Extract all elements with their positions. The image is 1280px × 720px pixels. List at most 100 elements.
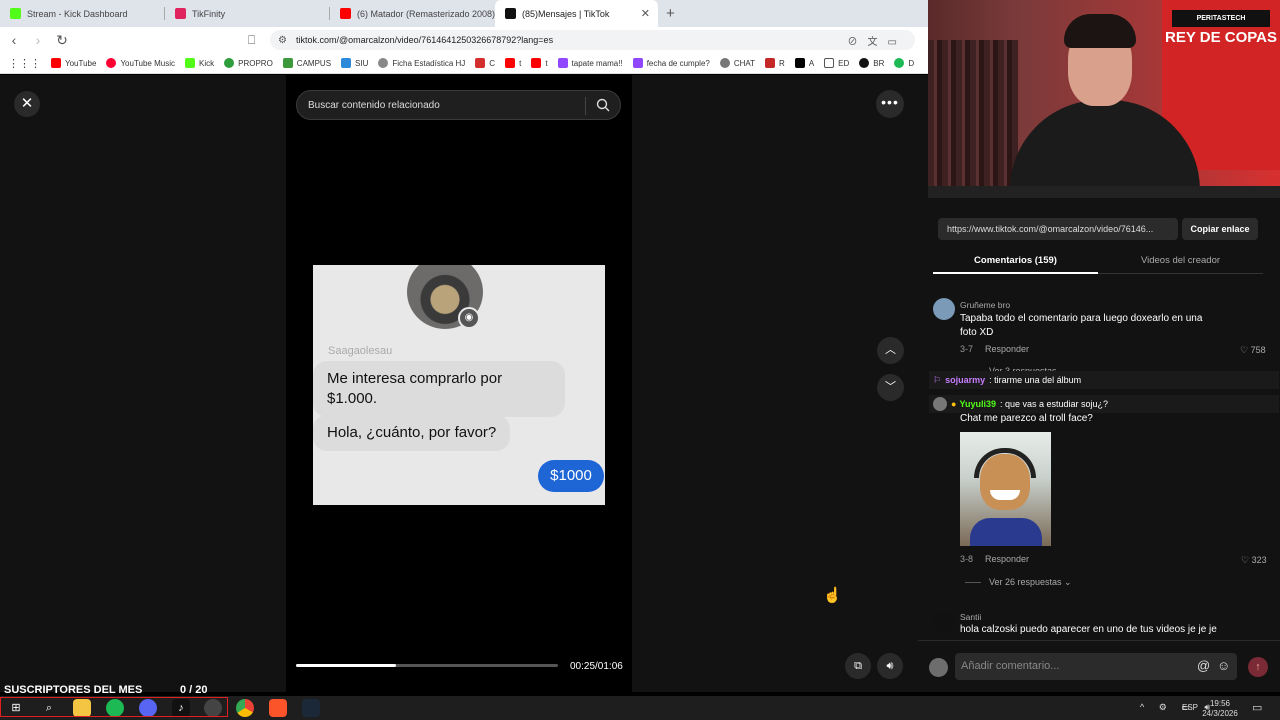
- tab-title: (85)Mensajes | TikTok: [522, 8, 610, 19]
- tikfinity-icon: [175, 8, 186, 19]
- bookmark-br[interactable]: BR: [859, 58, 884, 68]
- chat-avatar: [933, 397, 947, 411]
- bookmark-siu[interactable]: SIU: [341, 58, 368, 68]
- bookmark-label: fecha de cumple?: [646, 58, 710, 68]
- globe-icon: [224, 58, 235, 68]
- bookmark-r[interactable]: R: [765, 58, 785, 68]
- chrome-icon[interactable]: [236, 699, 254, 717]
- bookmark-chat[interactable]: CHAT: [719, 58, 755, 68]
- clock-date: 24/3/2026: [1202, 709, 1238, 718]
- bookmark-green-icon: [894, 58, 905, 68]
- bookmark-campus[interactable]: CAMPUS: [282, 58, 331, 68]
- close-tab-icon[interactable]: ✕: [641, 7, 650, 20]
- chat-username: Yuyuli39: [959, 399, 996, 409]
- forward-icon[interactable]: ›: [28, 32, 48, 48]
- comment-input[interactable]: Añadir comentario...: [955, 653, 1237, 680]
- comment-username[interactable]: Santii: [960, 612, 981, 622]
- video-username: Saagaolesau: [328, 345, 393, 357]
- address-bar: ‹ › ↻ ⎕ ⚙ tiktok.com/@omarcalzon/video/7…: [0, 27, 928, 53]
- url-field[interactable]: ⚙ tiktok.com/@omarcalzon/video/761464125…: [270, 30, 915, 50]
- subs-goal-label: SUSCRIPTORES DEL MES: [4, 684, 143, 696]
- tab-tikfinity[interactable]: TikFinity: [165, 0, 330, 27]
- copy-link-button[interactable]: Copiar enlace: [1182, 218, 1258, 240]
- chat-text: : que vas a estudiar soju¿?: [999, 399, 1109, 409]
- bookmark-label: Ficha Estadística HJ: [392, 58, 466, 68]
- bookmark-c[interactable]: C: [475, 58, 495, 68]
- comment-date: 3-7: [960, 344, 974, 354]
- like-count[interactable]: ♡ 758: [1240, 345, 1266, 356]
- tab-creator-videos[interactable]: Videos del creador: [1098, 255, 1263, 266]
- bookmark-t2[interactable]: t: [531, 58, 548, 68]
- bookmark-label: SIU: [355, 58, 369, 68]
- comment-image[interactable]: [960, 432, 1051, 546]
- tab-comments[interactable]: Comentarios (159): [933, 255, 1098, 266]
- back-icon[interactable]: ‹: [4, 32, 24, 48]
- more-options-icon[interactable]: •••: [876, 90, 904, 118]
- bookmark-cumple[interactable]: fecha de cumple?: [632, 58, 710, 68]
- kick-icon: [10, 8, 21, 19]
- search-placeholder: Buscar contenido relacionado: [308, 99, 440, 111]
- bookmark-label: BR: [873, 58, 885, 68]
- youtube-icon: [340, 8, 351, 19]
- bookmark-propro[interactable]: PROPRO: [224, 58, 273, 68]
- brave-icon[interactable]: [269, 699, 287, 717]
- comment-username[interactable]: Gruñeme bro: [960, 300, 1010, 310]
- bookmark-tapate[interactable]: tapate mama!!: [557, 58, 623, 68]
- video-link-field[interactable]: https://www.tiktok.com/@omarcalzon/video…: [938, 218, 1178, 240]
- clock[interactable]: 19:56 24/3/2026: [1200, 699, 1240, 719]
- url-action-icons[interactable]: ⊘文▭: [848, 33, 907, 48]
- reply-button[interactable]: Responder: [985, 554, 1029, 564]
- chat-badge-icon: ●: [951, 399, 957, 409]
- picture-in-picture-icon[interactable]: ⧉: [845, 653, 871, 679]
- comment-meta: 3-8 Responder: [960, 554, 1029, 564]
- apps-grid-icon[interactable]: ⋮⋮⋮: [8, 57, 41, 70]
- subs-goal-count: 0 / 20: [180, 684, 208, 696]
- bookmark-d[interactable]: D: [894, 58, 914, 68]
- mouse-cursor-icon: ☝: [823, 587, 842, 604]
- site-info-icon[interactable]: ⚙: [278, 35, 287, 46]
- steam-icon[interactable]: [302, 699, 320, 717]
- bookmark-youtube-music[interactable]: YouTube Music: [106, 58, 175, 68]
- bookmark-a[interactable]: A: [794, 58, 814, 68]
- bookmark-icon[interactable]: ⎕: [248, 33, 255, 48]
- video-timecode: 00:25/01:06: [570, 661, 623, 672]
- heart-icon: [765, 58, 776, 68]
- send-icon[interactable]: ↑: [1248, 657, 1268, 677]
- reply-button[interactable]: Responder: [985, 344, 1029, 354]
- next-video-icon[interactable]: ﹀: [877, 374, 904, 401]
- bookmark-red-icon: [475, 58, 486, 68]
- tab-kick-dashboard[interactable]: Stream - Kick Dashboard: [0, 0, 165, 27]
- reload-icon[interactable]: ↻: [52, 32, 72, 49]
- bookmark-t1[interactable]: t: [505, 58, 521, 68]
- previous-video-icon[interactable]: ︿: [877, 337, 904, 364]
- tab-youtube-matador[interactable]: (6) Matador (Remasterizado 2008) -: [330, 0, 495, 27]
- like-count[interactable]: ♡ 323: [1241, 555, 1267, 566]
- progress-fill: [296, 664, 396, 667]
- bookmark-ficha[interactable]: Ficha Estadística HJ: [378, 58, 465, 68]
- youtube-icon: [505, 58, 516, 68]
- avatar[interactable]: [933, 610, 955, 632]
- streamer-hair: [1064, 14, 1136, 48]
- tab-tiktok[interactable]: (85)Mensajes | TikTok ✕: [495, 0, 658, 27]
- new-tab-button[interactable]: +: [658, 0, 675, 27]
- volume-icon[interactable]: 🔊︎: [877, 653, 903, 679]
- search-icon[interactable]: [596, 98, 610, 112]
- close-video-button[interactable]: ✕: [14, 91, 40, 117]
- image-shirt: [970, 518, 1042, 546]
- notifications-icon[interactable]: ▭: [1252, 701, 1262, 714]
- bookmark-kick[interactable]: Kick: [185, 58, 214, 68]
- avatar[interactable]: [933, 298, 955, 320]
- bookmark-youtube[interactable]: YouTube: [51, 58, 96, 68]
- bookmark-label: tapate mama!!: [571, 58, 623, 68]
- comment-text: hola calzoski puedo aparecer en uno de t…: [960, 624, 1217, 635]
- video-progress-bar[interactable]: [296, 664, 558, 667]
- mention-icon[interactable]: @: [1197, 658, 1210, 673]
- view-replies-button[interactable]: Ver 26 respuestas ⌄: [965, 577, 1072, 588]
- youtube-icon: [51, 58, 61, 68]
- url-text: tiktok.com/@omarcalzon/video/76146412503…: [296, 35, 554, 45]
- related-search-input[interactable]: Buscar contenido relacionado: [296, 90, 621, 120]
- language-indicator[interactable]: ESP: [1182, 703, 1198, 712]
- emoji-icon[interactable]: ☺: [1217, 658, 1230, 673]
- bookmark-ed[interactable]: ED: [824, 58, 849, 68]
- headset-icon: [974, 448, 1036, 478]
